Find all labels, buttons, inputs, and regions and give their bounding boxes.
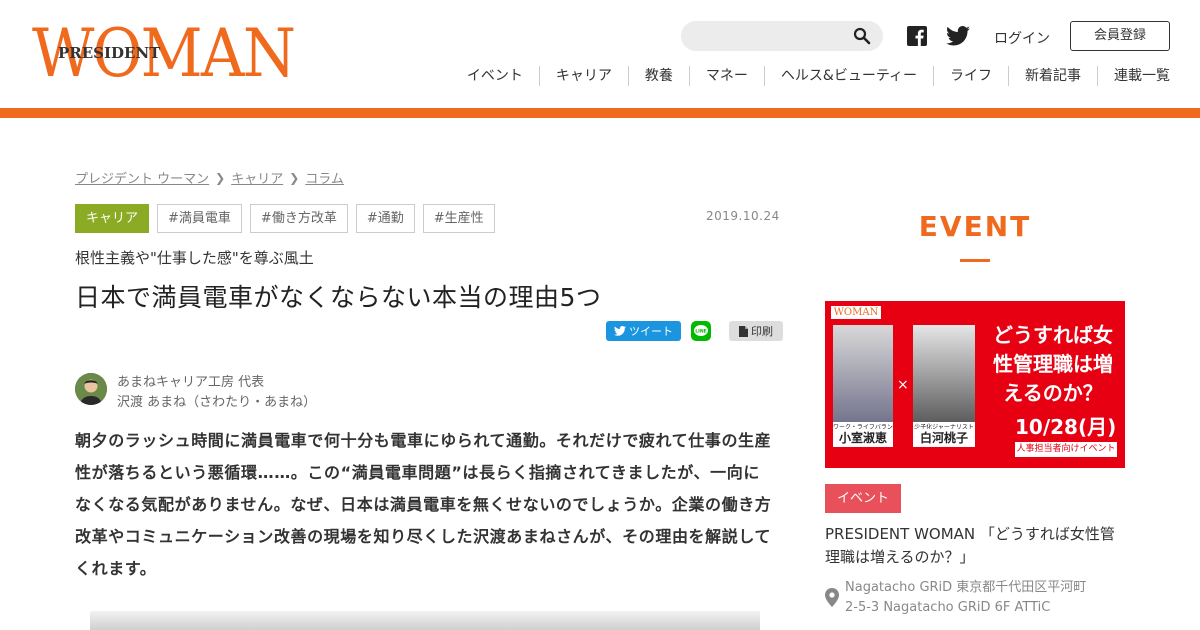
banner-date: 10/28(月) [1015,415,1117,439]
venue-line-2: 2-5-3 Nagatacho GRiD 6F ATTiC [845,600,1051,615]
venue-address: Nagatacho GRiD 東京都千代田区平河町 2-5-3 Nagatach… [845,578,1086,618]
event-badge: イベント [825,484,901,513]
header-accent-bar [0,108,1200,118]
document-icon [739,325,748,337]
banner-target: 人事担当者向けイベント [1015,442,1117,457]
tweet-button[interactable]: ツイート [606,321,681,341]
event-venue: Nagatacho GRiD 東京都千代田区平河町 2-5-3 Nagatach… [825,578,1086,618]
speaker-1-name: 小室淑恵 [833,429,893,447]
article-subtitle: 根性主義や"仕事した感"を尊ぶ風土 [75,249,314,267]
line-share-icon[interactable]: LINE [691,321,711,341]
article-lead: 朝夕のラッシュ時間に満員電車で何十分も電車にゆられて通勤。それだけで疲れて仕事の… [75,431,772,578]
breadcrumb-column[interactable]: コラム [305,168,344,187]
article-date: 2019.10.24 [706,209,780,223]
search-icon[interactable] [853,27,871,45]
article-hero-image [90,611,760,630]
share-buttons: ツイート LINE 印刷 [606,321,783,341]
site-header: WOMAN PRESIDENT ログイン 会員登録 イベント キャリア 教養 マ… [0,0,1200,108]
article-title: 日本で満員電車がなくならない本当の理由5つ [75,283,602,312]
author-affiliation: あまねキャリア工房 代表 [117,375,265,390]
article-tags: キャリア #満員電車 #働き方改革 #通勤 #生産性 [75,204,503,233]
print-label: 印刷 [751,325,773,338]
speaker-2-name: 白河桃子 [913,429,975,447]
login-link[interactable]: ログイン [994,28,1050,48]
map-pin-icon [825,588,839,607]
tweet-label: ツイート [629,325,673,338]
facebook-icon[interactable] [907,26,927,46]
nav-item-culture[interactable]: 教養 [627,66,689,86]
tag-work-style-reform[interactable]: #働き方改革 [249,204,348,233]
nav-item-life[interactable]: ライフ [933,66,1008,86]
breadcrumb-career[interactable]: キャリア [231,168,283,187]
banner-logo: WOMAN [831,306,881,319]
author-block: あまねキャリア工房 代表 沢渡 あまね（さわたり・あまね） [75,373,316,413]
tag-productivity[interactable]: #生産性 [422,204,495,233]
nav-item-money[interactable]: マネー [688,66,764,86]
nav-item-career[interactable]: キャリア [538,66,628,86]
banner-headline: どうすれば女性管理職は増えるのか？ [993,323,1113,405]
event-banner[interactable]: WOMAN ワーク・ライフバランス代表 少子化ジャーナリスト 小室淑恵 白河桃子… [825,301,1125,468]
nav-item-series[interactable]: 連載一覧 [1097,66,1170,86]
venue-line-1: Nagatacho GRiD 東京都千代田区平河町 [845,580,1087,595]
author-info: あまねキャリア工房 代表 沢渡 あまね（さわたり・あまね） [117,373,316,413]
tag-commute[interactable]: #通勤 [355,204,415,233]
logo-president: PRESIDENT [58,44,161,62]
event-title-link[interactable]: PRESIDENT WOMAN 「どうすれば女性管理職は増えるのか？」 [825,523,1125,569]
line-label: LINE [695,329,707,335]
banner-cross: × [897,377,909,393]
nav-item-health-beauty[interactable]: ヘルス&ビューティー [763,66,933,86]
chevron-right-icon: ❯ [215,170,226,185]
nav-item-new-articles[interactable]: 新着記事 [1008,66,1097,86]
heading-underline [960,259,990,262]
author-avatar[interactable] [75,373,107,405]
register-button[interactable]: 会員登録 [1070,21,1170,51]
print-button[interactable]: 印刷 [729,321,783,341]
nav-item-event[interactable]: イベント [451,66,539,86]
author-photo [75,373,107,405]
twitter-icon[interactable] [946,26,970,46]
category-tag[interactable]: キャリア [75,204,150,233]
author-name[interactable]: 沢渡 あまね（さわたり・あまね） [117,393,316,413]
tag-crowded-train[interactable]: #満員電車 [157,204,242,233]
main-nav: イベント キャリア 教養 マネー ヘルス&ビューティー ライフ 新着記事 連載一… [451,66,1170,86]
sidebar-event-heading: EVENT [918,210,1032,243]
site-logo[interactable]: WOMAN PRESIDENT [32,21,332,87]
search-input[interactable] [681,21,883,51]
twitter-icon [614,326,626,336]
breadcrumb: プレジデント ウーマン ❯ キャリア ❯ コラム [75,168,344,188]
breadcrumb-home[interactable]: プレジデント ウーマン [75,168,209,187]
chevron-right-icon: ❯ [289,170,300,185]
